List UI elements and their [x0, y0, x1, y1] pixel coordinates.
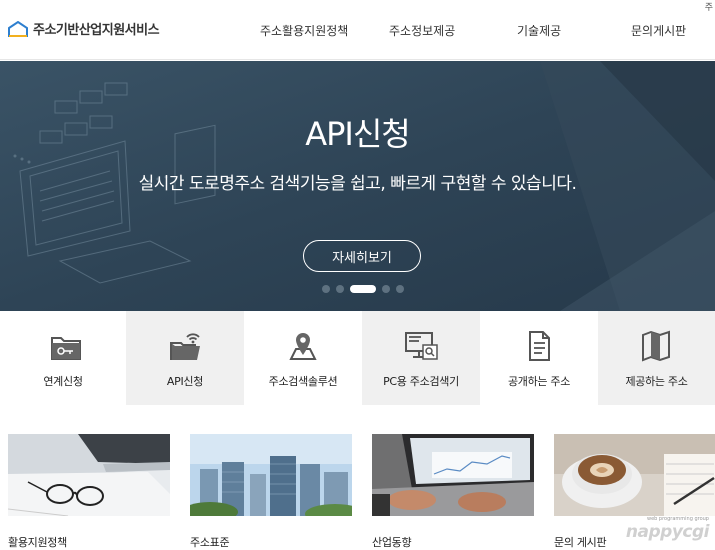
card-label: 활용지원정책 — [8, 536, 67, 549]
card-policy[interactable]: 활용지원정책 — [8, 434, 170, 550]
main-nav: 주소활용지원정책 주소정보제공 기술제공 문의게시판 — [0, 22, 715, 40]
service-label: PC용 주소검색기 — [383, 375, 459, 388]
watermark: web programming group nappycgi — [625, 516, 710, 542]
service-label: 주소검색솔루션 — [268, 375, 338, 388]
card-image — [8, 434, 170, 516]
card-image — [554, 434, 715, 516]
service-label: API신청 — [166, 375, 204, 388]
card-label: 산업동향 — [372, 536, 412, 549]
watermark-big-text: nappycgi — [625, 522, 710, 542]
nav-item-technology[interactable]: 기술제공 — [517, 22, 561, 39]
nav-item-address-info[interactable]: 주소정보제공 — [389, 22, 455, 39]
service-label: 연계신청 — [43, 375, 83, 388]
card-image — [190, 434, 352, 516]
service-menu: 연계신청 API신청 주소검색솔루션 PC용 주소검색기 공개하는 주소 제공하… — [0, 311, 715, 405]
hero-title: API신청 — [305, 115, 411, 153]
coffee-cup-photo — [554, 434, 715, 516]
slide-dot[interactable] — [322, 285, 330, 293]
slide-dot[interactable] — [396, 285, 404, 293]
hero-banner: API신청 실시간 도로명주소 검색기능을 쉽고, 빠르게 구현할 수 있습니다… — [0, 61, 715, 311]
folded-map-icon — [642, 330, 670, 362]
hero-subtitle: 실시간 도로명주소 검색기능을 쉽고, 빠르게 구현할 수 있습니다. — [138, 174, 577, 194]
service-item-api-request[interactable]: API신청 — [126, 311, 244, 405]
service-item-published-address[interactable]: 공개하는 주소 — [480, 311, 598, 405]
nav-item-policy[interactable]: 주소활용지원정책 — [260, 22, 348, 39]
map-pin-icon — [289, 333, 317, 360]
service-item-pc-address-search[interactable]: PC용 주소검색기 — [362, 311, 480, 405]
slide-dot[interactable] — [336, 285, 344, 293]
wifi-folder-icon — [170, 333, 200, 360]
info-cards: 활용지원정책 주소표준 산업동향 문의 게시판 — [0, 434, 715, 550]
monitor-search-icon — [405, 332, 438, 360]
nav-item-board[interactable]: 문의게시판 — [631, 22, 686, 39]
corner-text: 주 — [704, 3, 713, 13]
slide-dot-active[interactable] — [350, 285, 376, 293]
laptop-glasses-photo — [8, 434, 170, 516]
key-folder-icon — [51, 337, 81, 360]
more-details-button[interactable]: 자세히보기 — [303, 240, 421, 272]
card-label: 주소표준 — [190, 536, 230, 549]
document-icon — [529, 331, 550, 361]
service-label: 제공하는 주소 — [625, 375, 688, 388]
service-item-address-solution[interactable]: 주소검색솔루션 — [244, 311, 362, 405]
service-label: 공개하는 주소 — [507, 375, 571, 388]
service-item-link-request[interactable]: 연계신청 — [0, 311, 126, 405]
city-buildings-photo — [190, 434, 352, 516]
card-industry-trends[interactable]: 산업동향 — [372, 434, 534, 550]
typing-laptop-photo — [372, 434, 534, 516]
slide-indicators — [322, 285, 404, 293]
site-header: 주소기반산업지원서비스 주소활용지원정책 주소정보제공 기술제공 문의게시판 주 — [0, 0, 715, 60]
service-item-provided-address[interactable]: 제공하는 주소 — [598, 311, 715, 405]
slide-dot[interactable] — [382, 285, 390, 293]
card-image — [372, 434, 534, 516]
card-address-standard[interactable]: 주소표준 — [190, 434, 352, 550]
